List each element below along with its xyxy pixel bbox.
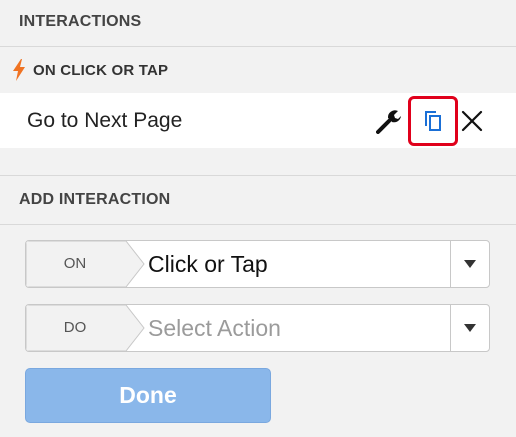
do-tag: DO bbox=[63, 319, 87, 336]
dropdown-toggle[interactable] bbox=[450, 241, 489, 287]
add-interaction-header: ADD INTERACTION bbox=[19, 191, 171, 208]
copy-button[interactable] bbox=[408, 96, 458, 146]
caret-down-icon bbox=[464, 324, 476, 332]
caret-down-icon bbox=[464, 260, 476, 268]
lightning-bolt-icon bbox=[13, 59, 25, 81]
event-row-on-click-or-tap: ON CLICK OR TAP bbox=[0, 47, 516, 93]
event-label: ON CLICK OR TAP bbox=[33, 61, 169, 79]
divider bbox=[0, 224, 516, 225]
done-button[interactable]: Done bbox=[25, 368, 271, 423]
copy-icon bbox=[425, 111, 441, 131]
do-select-placeholder: Select Action bbox=[148, 315, 281, 341]
on-event-select[interactable]: ON Click or Tap bbox=[25, 240, 490, 288]
on-tag: ON bbox=[63, 255, 87, 272]
wrench-icon[interactable] bbox=[374, 106, 404, 136]
on-select-value: Click or Tap bbox=[148, 251, 268, 277]
dropdown-toggle[interactable] bbox=[450, 305, 489, 351]
close-icon[interactable] bbox=[458, 106, 486, 136]
interactions-header: INTERACTIONS bbox=[19, 13, 142, 30]
do-action-select[interactable]: DO Select Action bbox=[25, 304, 490, 352]
